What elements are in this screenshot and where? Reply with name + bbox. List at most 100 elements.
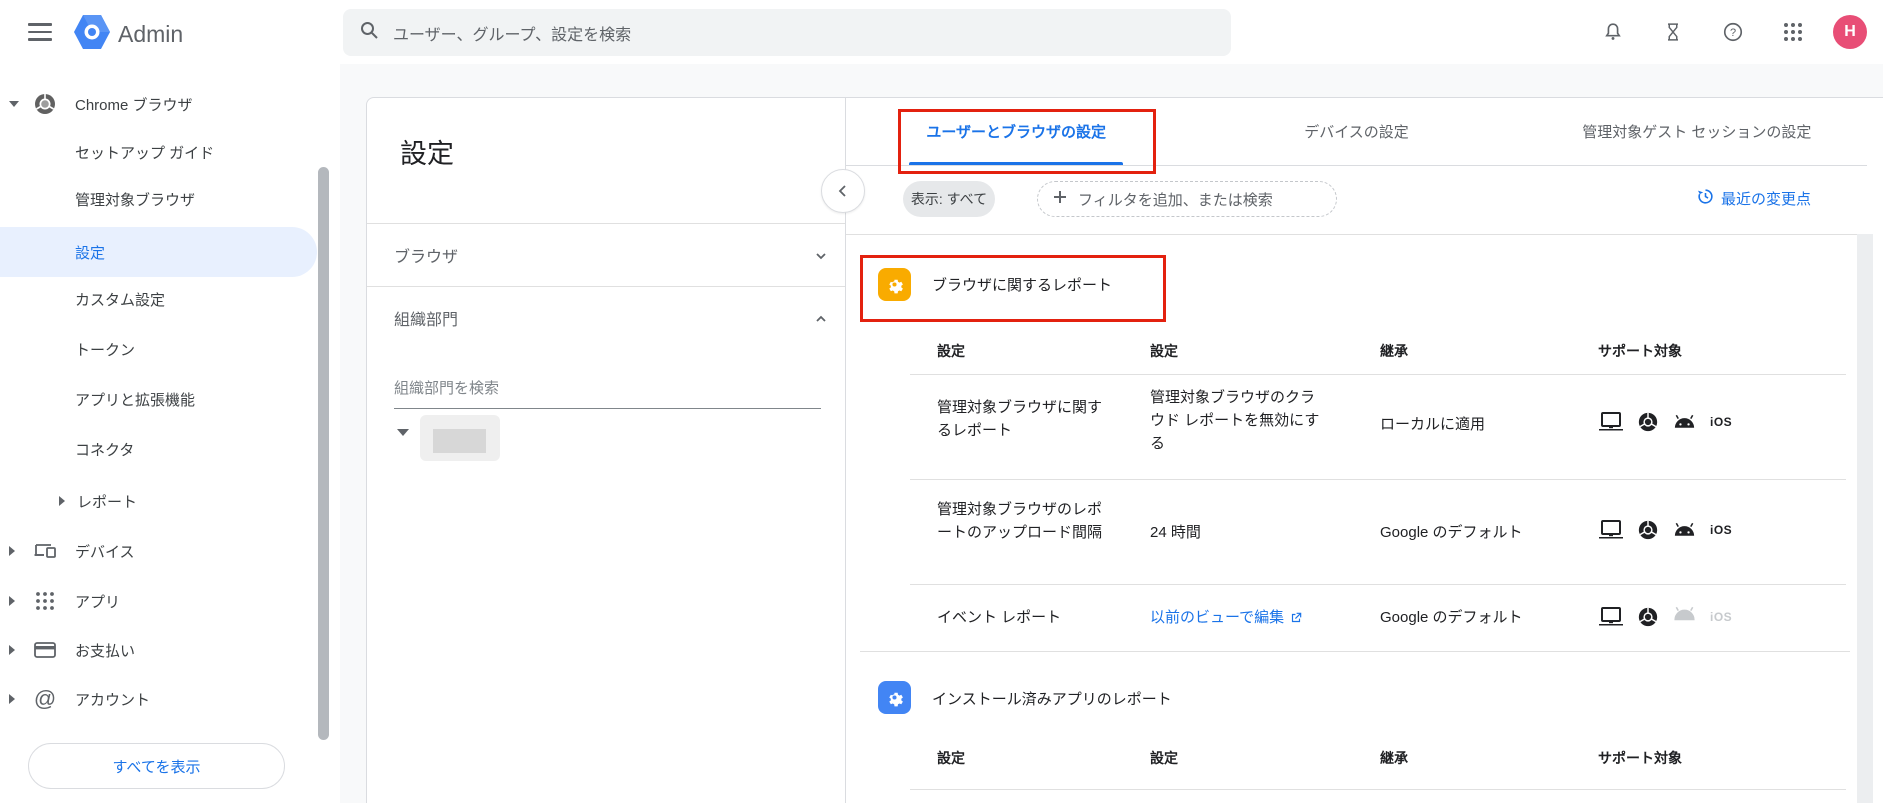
recent-changes-link[interactable]: 最近の変更点 [1696, 187, 1811, 210]
view-all-chip[interactable]: 表示: すべて [903, 181, 995, 217]
column-header-support: サポート対象 [1598, 748, 1682, 768]
org-unit-search-input[interactable]: 組織部門を検索 [394, 377, 499, 398]
sidebar-item-custom-settings[interactable]: カスタム設定 [0, 275, 317, 323]
admin-hexagon-icon [74, 13, 110, 56]
sidebar-item-devices[interactable]: デバイス [0, 527, 317, 575]
svg-text:?: ? [1730, 27, 1736, 39]
notifications-bell-icon[interactable] [1591, 10, 1635, 54]
collapse-arrow-icon[interactable] [9, 596, 15, 606]
tab-device-settings[interactable]: デバイスの設定 [1186, 98, 1526, 165]
sidebar-item-connectors[interactable]: コネクタ [0, 425, 317, 473]
browser-accordion[interactable]: ブラウザ [367, 224, 845, 286]
org-unit-accordion[interactable]: 組織部門 [367, 287, 845, 349]
divider [910, 789, 1846, 790]
setting-name-cell[interactable]: 管理対象ブラウザのレポートのアップロード間隔 [937, 498, 1102, 544]
setting-value-cell[interactable]: 24 時間 [1150, 521, 1201, 544]
collapse-arrow-icon[interactable] [9, 546, 15, 556]
installed-apps-report-gear-icon [878, 681, 911, 714]
support-icons: iOS [1598, 519, 1732, 541]
active-tab-underline [909, 162, 1123, 165]
android-icon [1672, 520, 1697, 540]
sidebar-item-reports[interactable]: レポート [0, 477, 317, 525]
app-bar: Admin ユーザー、グループ、設定を検索 ? H [0, 0, 1883, 64]
help-icon[interactable]: ? [1711, 10, 1755, 54]
page-title: 設定 [400, 132, 454, 171]
ios-label: iOS [1710, 415, 1732, 429]
collapse-arrow-icon[interactable] [9, 694, 15, 704]
chevron-down-icon [815, 249, 827, 261]
laptop-icon [1598, 606, 1624, 628]
tab-bar: ユーザーとブラウザの設定 デバイスの設定 管理対象ゲスト セッションの設定 [846, 98, 1867, 166]
sidebar-item-billing[interactable]: お支払い [0, 626, 317, 674]
org-unit-accordion-label: 組織部門 [394, 306, 458, 330]
setting-name-cell[interactable]: 管理対象ブラウザに関するレポート [937, 396, 1102, 442]
chrome-icon [1637, 606, 1659, 628]
tab-user-browser-settings[interactable]: ユーザーとブラウザの設定 [846, 98, 1186, 165]
link-label: 以前のビューで編集 [1150, 606, 1284, 629]
chrome-icon [33, 92, 57, 116]
collapse-arrow-icon[interactable] [9, 645, 15, 655]
add-filter-label: フィルタを追加、または検索 [1078, 189, 1273, 210]
org-search-underline [394, 408, 821, 409]
tree-expand-arrow-icon[interactable] [397, 429, 409, 436]
section-title-browser-reports: ブラウザに関するレポート [932, 274, 1112, 295]
laptop-icon [1598, 411, 1624, 433]
admin-logo[interactable]: Admin [74, 13, 183, 56]
android-icon [1672, 412, 1697, 432]
divider [910, 374, 1846, 375]
search-icon [359, 20, 379, 45]
column-header-inheritance: 継承 [1380, 341, 1408, 361]
sidebar-item-tokens[interactable]: トークン [0, 325, 317, 373]
sidebar-item-label: コネクタ [75, 439, 134, 460]
tab-label: ユーザーとブラウザの設定 [926, 121, 1106, 142]
sidebar-item-label: デバイス [75, 541, 135, 562]
inheritance-cell: ローカルに適用 [1380, 413, 1485, 436]
sidebar-scrollbar[interactable] [318, 167, 329, 740]
sidebar-item-settings[interactable]: 設定 [0, 227, 317, 277]
sidebar-item-apps-extensions[interactable]: アプリと拡張機能 [0, 375, 317, 423]
sidebar-item-setup-guide[interactable]: セットアップ ガイド [0, 128, 317, 176]
edit-previous-view-link[interactable]: 以前のビューで編集 [1150, 606, 1303, 629]
product-name: Admin [118, 21, 183, 48]
apps-grid-icon[interactable] [1771, 10, 1815, 54]
chevron-up-icon [815, 312, 827, 324]
add-filter-button[interactable]: フィルタを追加、または検索 [1037, 181, 1337, 217]
sidebar-nav: Chrome ブラウザ セットアップ ガイド 管理対象ブラウザ 設定 カスタム設… [0, 64, 340, 803]
setting-value-cell[interactable]: 管理対象ブラウザのクラウド レポートを無効にする [1150, 386, 1322, 455]
user-avatar[interactable]: H [1833, 15, 1867, 49]
menu-icon[interactable] [22, 14, 58, 50]
org-unit-redacted-item[interactable] [420, 415, 500, 461]
sidebar-item-label: セットアップ ガイド [75, 142, 214, 163]
expand-arrow-icon[interactable] [9, 101, 19, 107]
main-panel-scrollbar[interactable] [1857, 234, 1873, 803]
external-link-icon [1289, 611, 1303, 625]
sidebar-item-apps[interactable]: アプリ [0, 577, 317, 625]
chevron-left-icon [837, 184, 849, 198]
sidebar-item-chrome-browser[interactable]: Chrome ブラウザ [0, 80, 317, 128]
plus-icon [1052, 189, 1068, 209]
sidebar-item-label: 設定 [75, 242, 105, 263]
collapse-panel-button[interactable] [821, 169, 865, 213]
history-icon [1696, 187, 1715, 210]
section-title-installed-apps: インストール済みアプリのレポート [932, 688, 1172, 709]
setting-name-cell[interactable]: イベント レポート [937, 606, 1061, 629]
devices-icon [33, 539, 57, 563]
sidebar-item-label: Chrome ブラウザ [75, 94, 193, 115]
show-all-button[interactable]: すべてを表示 [28, 743, 285, 789]
tab-managed-guest-session-settings[interactable]: 管理対象ゲスト セッションの設定 [1527, 98, 1867, 165]
laptop-icon [1598, 519, 1624, 541]
sidebar-item-account[interactable]: @ アカウント [0, 675, 317, 723]
global-search-input[interactable]: ユーザー、グループ、設定を検索 [343, 9, 1231, 56]
sidebar-item-label: レポート [77, 491, 137, 512]
ios-label-disabled: iOS [1710, 610, 1732, 624]
sidebar-item-managed-browsers[interactable]: 管理対象ブラウザ [0, 175, 317, 223]
collapse-arrow-icon[interactable] [59, 496, 65, 506]
column-header-inheritance: 継承 [1380, 748, 1408, 768]
settings-panel: 設定 ブラウザ 組織部門 組織部門を検索 [366, 97, 846, 803]
column-header-value: 設定 [1150, 341, 1178, 361]
hourglass-tasks-icon[interactable] [1651, 10, 1695, 54]
sidebar-item-label: お支払い [75, 640, 135, 661]
divider [910, 584, 1846, 585]
main-panel: ユーザーとブラウザの設定 デバイスの設定 管理対象ゲスト セッションの設定 表示… [846, 97, 1883, 803]
column-header-setting: 設定 [937, 341, 965, 361]
